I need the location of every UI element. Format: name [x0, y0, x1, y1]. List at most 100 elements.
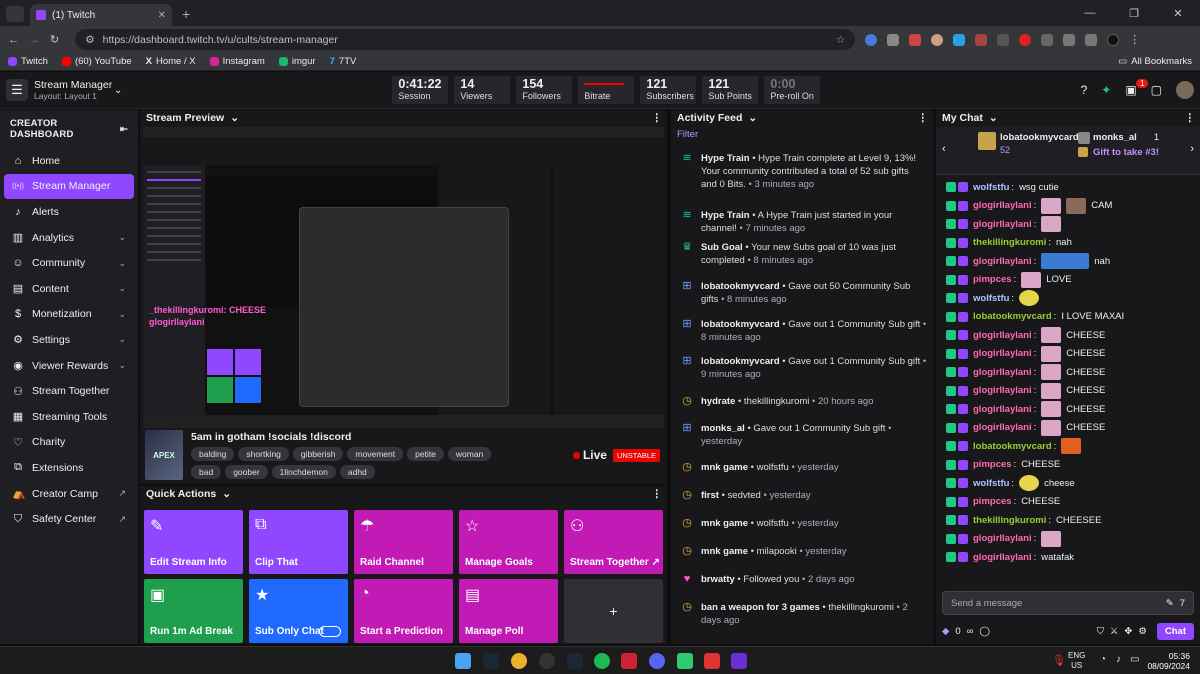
quick-action-run-1m-ad-break[interactable]: ▣ Run 1m Ad Break [144, 579, 243, 643]
sidebar-item-stream-manager[interactable]: ((•)) Stream Manager [4, 173, 134, 200]
browser-menu-icon[interactable]: ⋮ [1129, 33, 1140, 46]
wand-icon[interactable]: ✎ [1166, 598, 1174, 609]
tag[interactable]: shortking [238, 447, 289, 461]
settings-circle-icon[interactable]: ◯ [979, 626, 990, 637]
gear-icon[interactable]: ⚙ [1138, 626, 1147, 637]
activity-item[interactable]: ◷ mnk game • wolfstfu • yesterday [681, 461, 927, 474]
stat-sub-points[interactable]: 121 Sub Points [702, 76, 759, 104]
bookmark-7tv[interactable]: 7 7TV [330, 56, 357, 67]
sidebar-panel-icon[interactable] [1085, 33, 1098, 46]
ccleaner-icon[interactable] [539, 653, 555, 669]
collapse-sidebar-icon[interactable]: ⇤ [120, 124, 128, 135]
battery-icon[interactable]: ▭ [1130, 654, 1139, 665]
extension-icon[interactable] [1041, 33, 1054, 46]
wifi-icon[interactable]: ◔ [1100, 654, 1106, 665]
back-icon[interactable]: ← [8, 34, 19, 46]
steam-icon[interactable] [483, 653, 499, 669]
close-window-icon[interactable]: ✕ [1156, 7, 1200, 20]
site-info-icon[interactable]: ⚙ [85, 34, 94, 46]
activity-item[interactable]: ◷ mnk game • milapooki • yesterday [681, 545, 927, 558]
maximize-icon[interactable]: ❐ [1112, 7, 1156, 20]
extension-icon[interactable] [1019, 33, 1032, 46]
bookmark-imgur[interactable]: imgur [278, 56, 316, 67]
whisper-icon[interactable]: ▢ [1151, 83, 1162, 97]
steam-icon[interactable] [567, 653, 583, 669]
tab-search-icon[interactable] [6, 6, 24, 22]
app-icon[interactable] [621, 653, 637, 669]
bookmark-twitch[interactable]: Twitch [8, 56, 48, 67]
stat-viewers[interactable]: 14 Viewers [454, 76, 511, 104]
activity-item[interactable]: ≋ Hype Train • A Hype Train just started … [681, 209, 927, 235]
chat-username[interactable]: glogirllaylani [973, 385, 1032, 396]
sparkle-icon[interactable]: ✦ [1101, 83, 1111, 97]
activity-item[interactable]: ⊞ lobatookmyvcard • Gave out 1 Community … [681, 318, 927, 344]
sidebar-item-viewer-rewards[interactable]: ◉ Viewer Rewards ⌄ [4, 353, 134, 379]
quick-action-start-a-prediction[interactable]: ◔ Start a Prediction [354, 579, 453, 643]
more-options-icon[interactable]: ⋮ [918, 112, 928, 124]
sidebar-item-community[interactable]: ☺ Community ⌄ [4, 250, 134, 276]
tag[interactable]: bad [191, 465, 222, 479]
sidebar-item-home[interactable]: ⌂ Home [4, 148, 134, 174]
chat-username[interactable]: pimpces [973, 496, 1012, 507]
toggle-switch[interactable] [319, 626, 341, 637]
sidebar-item-settings[interactable]: ⚙ Settings ⌄ [4, 327, 134, 353]
stat-subscribers[interactable]: 121 Subscribers [640, 76, 697, 104]
top-gifter-name[interactable]: lobatookmyvcard [1000, 132, 1079, 143]
sidebar-item-content[interactable]: ▤ Content ⌄ [4, 276, 134, 302]
chevron-down-icon[interactable]: ⌄ [989, 112, 998, 124]
chevron-left-icon[interactable]: ‹ [942, 143, 946, 155]
sidebar-item-stream-together[interactable]: ⚇ Stream Together [4, 378, 134, 404]
chevron-down-icon[interactable]: ⌄ [222, 488, 231, 500]
more-options-icon[interactable]: ⋮ [1185, 112, 1195, 124]
reload-icon[interactable]: ↻ [50, 33, 59, 46]
quick-action-edit-stream-info[interactable]: ✎ Edit Stream Info [144, 510, 243, 574]
address-bar[interactable]: ⚙ https://dashboard.twitch.tv/u/cults/st… [75, 29, 856, 50]
system-clock[interactable]: 05:36 08/09/2024 [1147, 651, 1190, 671]
app-icon[interactable] [677, 653, 693, 669]
bookmark-youtube[interactable]: (60) YouTube [61, 56, 132, 67]
gifter2-name[interactable]: monks_al [1093, 132, 1137, 143]
chat-username[interactable]: wolfstfu [973, 182, 1009, 193]
avatar[interactable] [1176, 81, 1194, 99]
tag[interactable]: balding [191, 447, 235, 461]
help-icon[interactable]: ? [1081, 83, 1088, 97]
game-boxart[interactable]: APEX [145, 430, 183, 480]
sidebar-item-extensions[interactable]: ⧉ Extensions [4, 455, 134, 481]
more-options-icon[interactable]: ⋮ [652, 488, 662, 500]
microphone-icon[interactable]: 🎙 [1052, 654, 1066, 667]
more-options-icon[interactable]: ⋮ [652, 112, 662, 124]
activity-item[interactable]: ⊞ monks_al • Gave out 1 Community Sub gif… [681, 422, 927, 448]
sidebar-item-analytics[interactable]: ▥ Analytics ⌄ [4, 225, 134, 251]
chat-username[interactable]: wolfstfu [973, 478, 1009, 489]
chat-username[interactable]: wolfstfu [973, 293, 1009, 304]
sidebar-item-charity[interactable]: ♡ Charity [4, 430, 134, 456]
stat-preroll[interactable]: 0:00 Pre-roll On [764, 76, 821, 104]
quick-action-clip-that[interactable]: ⧉ Clip That [249, 510, 348, 574]
channel-points-icon[interactable]: ◆ [942, 626, 949, 637]
app-icon[interactable] [731, 653, 747, 669]
chat-username[interactable]: thekillingkuromi [973, 237, 1046, 248]
chat-username[interactable]: glogirllaylani [973, 367, 1032, 378]
extension-icon[interactable] [931, 33, 944, 46]
chat-username[interactable]: lobatookmyvcard [973, 311, 1052, 322]
extension-icon[interactable] [909, 33, 922, 46]
activity-item[interactable]: ◷ hydrate • thekillingkuromi • 20 hours a… [681, 395, 927, 408]
extension-icon[interactable] [997, 33, 1010, 46]
close-tab-icon[interactable]: ✕ [158, 10, 166, 21]
inbox-icon[interactable]: ▣ [1125, 83, 1136, 97]
sidebar-item-safety-center[interactable]: ⛉ Safety Center ↗ [4, 506, 134, 532]
windows-start-icon[interactable] [455, 653, 471, 669]
bookmark-x[interactable]: X Home / X [146, 56, 196, 67]
sidebar-item-alerts[interactable]: ♪ Alerts [4, 199, 134, 225]
chat-send-button[interactable]: Chat [1156, 622, 1194, 640]
profile-avatar[interactable] [1107, 33, 1120, 46]
activity-item[interactable]: ♛ Sub Goal • Your new Subs goal of 10 was… [681, 241, 927, 267]
stat-session[interactable]: 0:41:22 Session [392, 76, 449, 104]
quick-action-raid-channel[interactable]: ☂ Raid Channel [354, 510, 453, 574]
activity-item[interactable]: ◷ mnk game • wolfstfu • yesterday [681, 517, 927, 530]
extension-icon[interactable] [887, 33, 900, 46]
filter-button[interactable]: Filter [671, 126, 933, 143]
layout-selector[interactable]: Stream Manager Layout: Layout 1 [34, 79, 114, 101]
volume-icon[interactable]: ♪ [1116, 654, 1121, 665]
paw-icon[interactable]: ✥ [1124, 626, 1132, 637]
